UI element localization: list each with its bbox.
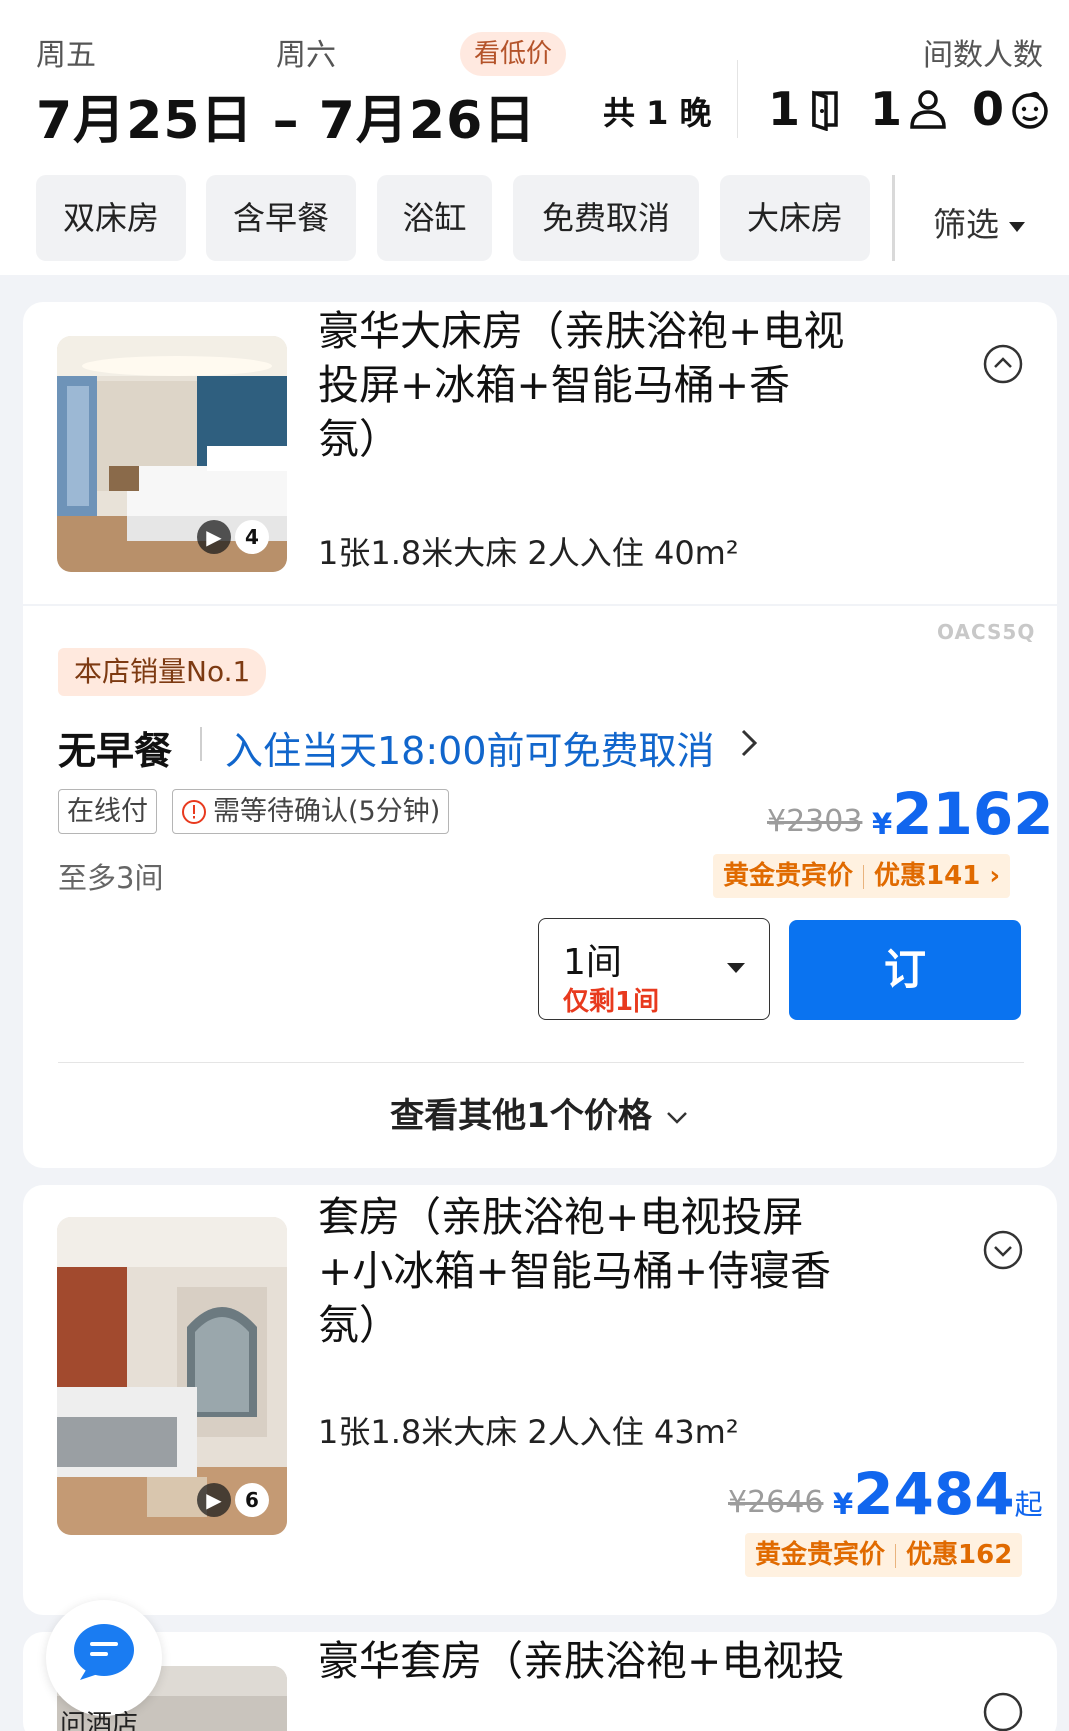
room-title[interactable]: 套房（亲肤浴袍+电视投屏 +小冰箱+智能马桶+侍寝香 氛）	[318, 1190, 918, 1352]
filter-chip-king-bed[interactable]: 大床房	[720, 175, 870, 261]
room-title[interactable]: 豪华大床房（亲肤浴袍+电视 投屏+冰箱+智能马桶+香 氛）	[318, 304, 918, 466]
card-divider	[58, 1062, 1024, 1063]
video-count: 4	[235, 520, 269, 554]
filter-chip-bathtub[interactable]: 浴缸	[377, 175, 492, 261]
video-badge[interactable]: ▶ 6	[197, 1483, 269, 1517]
room-card: 豪华套房（亲肤浴袍+电视投	[23, 1632, 1057, 1731]
discount-amount: 优惠162	[906, 1540, 1013, 1570]
vip-label: 黄金贵宾价	[723, 861, 854, 891]
vip-discount-tag: 黄金贵宾价 优惠162	[745, 1533, 1023, 1577]
chevron-down-circle-icon[interactable]	[983, 1230, 1023, 1270]
watermark-code: OACS5Q	[937, 620, 1036, 644]
vip-label: 黄金贵宾价	[755, 1540, 886, 1570]
checkin-day: 周五	[36, 38, 96, 73]
filter-button[interactable]: 筛选	[933, 198, 1025, 246]
filter-bar: 双床房 含早餐 浴缸 免费取消 大床房 筛选	[0, 165, 1069, 275]
quantity-remaining: 仅剩1间	[563, 987, 660, 1017]
cancel-policy-link[interactable]: 入住当天18:00前可免费取消	[225, 720, 715, 775]
price-amount: 2484	[853, 1460, 1015, 1528]
pay-online-label: 在线付	[67, 795, 148, 827]
room-quantity-select[interactable]: 1间 仅剩1间	[538, 918, 770, 1020]
date-range[interactable]: 7月25日 – 7月26日	[36, 78, 536, 153]
room-photo[interactable]: ▶ 4	[57, 336, 287, 572]
chevron-down-icon	[666, 1111, 687, 1124]
confirm-wait-tag: 需等待确认(5分钟)	[172, 789, 450, 834]
more-prices-button[interactable]: 查看其他1个价格	[23, 1088, 1057, 1137]
room-title-line: 套房（亲肤浴袍+电视投屏	[318, 1193, 804, 1241]
room-title-line: 豪华大床房（亲肤浴袍+电视	[318, 307, 845, 355]
price-currency: ¥	[833, 1487, 854, 1521]
room-card: ▶ 6 套房（亲肤浴袍+电视投屏 +小冰箱+智能马桶+侍寝香 氛） 1张1.8米…	[23, 1185, 1057, 1615]
room-title-line: 氛）	[318, 415, 400, 463]
bestseller-badge: 本店销量No.1	[58, 648, 267, 696]
room-title-line: 氛）	[318, 1301, 400, 1349]
warning-icon	[182, 799, 206, 824]
chevron-up-circle-icon[interactable]	[983, 344, 1023, 384]
video-count: 6	[235, 1483, 269, 1517]
children-count: 0	[972, 82, 1005, 136]
tag-divider	[895, 1543, 897, 1568]
guests-label: 间数人数	[923, 38, 1043, 73]
nights-count: 共 1 晚	[603, 94, 712, 132]
original-price: ¥2303	[767, 804, 863, 839]
room-title[interactable]: 豪华套房（亲肤浴袍+电视投	[318, 1634, 918, 1688]
room-specs: 1张1.8米大床 2人入住 43m²	[318, 1413, 739, 1451]
filter-chip-breakfast[interactable]: 含早餐	[206, 175, 356, 261]
low-price-badge[interactable]: 看低价	[460, 32, 567, 76]
room-photo[interactable]: ▶ 6	[57, 1217, 287, 1535]
caret-down-icon	[1009, 221, 1025, 232]
current-price: ¥2162	[872, 780, 1054, 848]
room-title-line: +小冰箱+智能马桶+侍寝香	[318, 1247, 832, 1295]
meal-plan: 无早餐	[58, 729, 173, 773]
price-amount: 2162	[892, 780, 1054, 848]
checkout-day: 周六	[276, 38, 336, 73]
date-guest-header: 周五 周六 7月25日 – 7月26日 看低价 共 1 晚 间数人数 1 1 0	[0, 0, 1069, 165]
confirm-wait-label: 需等待确认(5分钟)	[213, 795, 441, 827]
original-price: ¥2646	[728, 1485, 824, 1520]
filter-chip-free-cancel[interactable]: 免费取消	[513, 175, 699, 261]
price-suffix: 起	[1014, 1488, 1043, 1521]
header-divider	[737, 60, 738, 138]
play-icon: ▶	[197, 1483, 231, 1517]
room-title-line: 投屏+冰箱+智能马桶+香	[318, 361, 791, 409]
quantity-value: 1间	[563, 942, 622, 983]
ask-hotel-button[interactable]	[46, 1600, 162, 1716]
section-divider	[23, 604, 1057, 606]
tag-divider	[863, 864, 865, 889]
max-rooms: 至多3间	[58, 861, 164, 895]
filter-label: 筛选	[933, 205, 999, 244]
more-prices-label: 查看其他1个价格	[390, 1096, 652, 1136]
chevron-right-icon: ›	[980, 861, 1001, 891]
adults-count: 1	[870, 82, 903, 136]
chevron-down-circle-icon[interactable]	[983, 1692, 1023, 1731]
room-title-line: 豪华套房（亲肤浴袍+电视投	[318, 1637, 845, 1685]
starting-price: ¥2484起	[833, 1460, 1043, 1528]
filter-chip-twin-bed[interactable]: 双床房	[36, 175, 186, 261]
child-icon	[1008, 87, 1052, 131]
ask-hotel-label: 问酒店	[60, 1710, 139, 1731]
meal-divider	[200, 727, 202, 761]
play-icon: ▶	[197, 520, 231, 554]
book-button[interactable]: 订	[789, 920, 1021, 1020]
chat-icon	[74, 1624, 134, 1680]
guest-selector[interactable]: 1 1 0	[768, 82, 1052, 136]
pay-online-tag: 在线付	[58, 789, 157, 834]
chevron-right-icon[interactable]	[735, 726, 763, 760]
video-badge[interactable]: ▶ 4	[197, 520, 269, 554]
rooms-count: 1	[768, 82, 801, 136]
discount-amount: 优惠141	[874, 861, 981, 891]
room-specs: 1张1.8米大床 2人入住 40m²	[318, 534, 739, 572]
door-icon	[804, 87, 848, 132]
caret-down-icon	[727, 963, 745, 973]
adult-icon	[906, 87, 950, 131]
price-currency: ¥	[872, 807, 893, 841]
vip-discount-tag[interactable]: 黄金贵宾价 优惠141 ›	[713, 854, 1011, 898]
filter-divider	[892, 175, 895, 261]
